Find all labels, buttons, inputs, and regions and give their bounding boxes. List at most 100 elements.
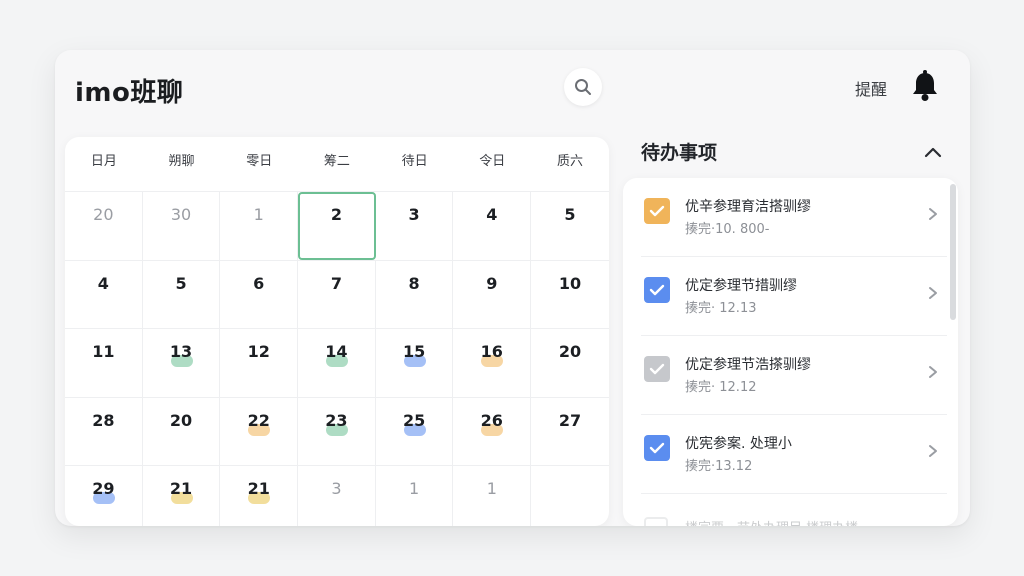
calendar-day[interactable]: 4: [65, 260, 143, 328]
calendar-day[interactable]: 1: [220, 192, 299, 260]
todo-title: 优宪参案. 处理小: [685, 436, 792, 452]
day-number: 6: [253, 273, 265, 293]
calendar-day[interactable]: 7: [298, 260, 376, 328]
calendar-day[interactable]: 12: [220, 329, 299, 397]
todo-title: 优定参理节措驯缪: [685, 278, 797, 294]
checkbox[interactable]: [644, 277, 670, 303]
day-number: 3: [331, 479, 342, 498]
day-number: 23: [325, 410, 348, 430]
day-number: 14: [325, 342, 348, 361]
weekday-text: 质六: [556, 154, 583, 169]
calendar-day[interactable]: 20: [65, 192, 143, 260]
checkbox[interactable]: [644, 435, 670, 461]
calendar-day[interactable]: 20: [531, 329, 609, 397]
todo-item[interactable]: 优定参理节措驯缪 揍完· 12.13: [641, 257, 947, 336]
weekday-label: 筹二: [298, 137, 376, 187]
calendar-day[interactable]: 8: [376, 260, 454, 328]
chevron-up-icon: [924, 147, 942, 158]
checkbox[interactable]: [644, 198, 670, 224]
bell-icon: [913, 70, 937, 101]
check-icon: [649, 363, 665, 375]
calendar-day-selected[interactable]: 2: [298, 192, 376, 260]
calendar-day[interactable]: 3: [298, 466, 376, 526]
day-number: 1: [409, 479, 420, 498]
scrollbar[interactable]: [950, 184, 956, 320]
calendar-day[interactable]: 5: [143, 260, 221, 328]
day-number: 30: [170, 205, 192, 224]
calendar-day[interactable]: 28: [65, 397, 143, 465]
calendar-day[interactable]: 3: [376, 192, 454, 260]
day-number: 21: [169, 479, 193, 498]
notifications-button[interactable]: [907, 68, 943, 104]
todo-item[interactable]: 优定参理节浩搽驯缪 揍完· 12.12: [641, 336, 947, 415]
calendar-day[interactable]: 27: [531, 398, 609, 466]
calendar-day[interactable]: 16: [453, 329, 532, 397]
checkbox[interactable]: [644, 356, 670, 382]
calendar-week: 28 20 22 23 25 26 27: [65, 396, 609, 466]
day-number: 4: [97, 273, 109, 293]
chevron-right-icon[interactable]: [927, 443, 939, 457]
weekday-label: 质六: [531, 137, 609, 187]
calendar-day[interactable]: 4: [453, 192, 532, 260]
day-number: 28: [92, 410, 115, 430]
calendar-day[interactable]: 5: [531, 192, 609, 260]
check-icon: [649, 442, 665, 454]
calendar-day[interactable]: 26: [453, 397, 532, 465]
collapse-button[interactable]: [921, 142, 945, 162]
check-icon: [649, 205, 665, 217]
todo-due-date: 揍完·10. 800-: [685, 222, 770, 237]
calendar-day[interactable]: 10: [531, 261, 609, 329]
day-number: 20: [558, 342, 582, 361]
calendar-day[interactable]: 13: [143, 329, 221, 397]
calendar-day[interactable]: 25: [376, 397, 454, 465]
chevron-right-icon[interactable]: [927, 206, 939, 220]
calendar-day[interactable]: 1: [376, 466, 454, 526]
reminder-label[interactable]: 提醒: [855, 76, 887, 100]
todo-item-partial[interactable]: 楼宗要一节处办理目 楼理办楼: [641, 513, 947, 526]
calendar-week: 20 30 1 2 3 4 5: [65, 191, 609, 260]
calendar-day[interactable]: 21: [143, 466, 221, 526]
todo-item[interactable]: 优宪参案. 处理小 揍完·13.12: [641, 415, 947, 494]
chevron-right-icon[interactable]: [927, 364, 939, 378]
day-number: 21: [247, 479, 270, 498]
day-number: 27: [558, 410, 582, 430]
day-number: 22: [247, 410, 270, 430]
calendar-day[interactable]: 30: [143, 192, 221, 260]
weekday-header: 日月 朔聊 零日 筹二 待日 令日 质六: [65, 137, 609, 187]
weekday-label: 朔聊: [143, 137, 221, 187]
weekday-label: 令日: [453, 137, 531, 187]
chevron-right-icon[interactable]: [927, 285, 939, 299]
calendar-day[interactable]: 14: [298, 329, 376, 397]
todo-title: 优定参理节浩搽驯缪: [685, 357, 811, 373]
todo-header: 待办事项: [641, 142, 718, 164]
todo-due-date: 揍完· 12.13: [685, 301, 757, 316]
calendar-day[interactable]: 21: [220, 466, 299, 526]
calendar-day[interactable]: 20: [143, 397, 221, 465]
calendar: 日月 朔聊 零日 筹二 待日 令日 质六 20 30 1 2 3 4 5 4 5 6 7 8 9 10 11 13 12 14…: [65, 137, 609, 526]
calendar-day[interactable]: 1: [453, 466, 532, 526]
weekday-text: 待日: [401, 154, 428, 169]
day-number: 20: [169, 410, 193, 430]
todo-due-date: 揍完· 12.12: [685, 380, 757, 395]
weekday-label: 待日: [376, 137, 454, 187]
calendar-day[interactable]: 6: [220, 260, 299, 328]
checkbox[interactable]: [644, 517, 668, 526]
calendar-day[interactable]: 29: [65, 466, 143, 526]
weekday-text: 朔聊: [168, 154, 195, 169]
calendar-day[interactable]: 22: [220, 397, 299, 465]
app-window: imo班聊 提醒 日月 朔聊 零日 筹二 待日 令日 质六 20 30 1 2 3 4 5 4 5 6 7 8 9 1…: [55, 50, 970, 526]
day-number: 4: [486, 205, 498, 224]
day-number: 26: [480, 410, 503, 430]
calendar-day[interactable]: 23: [298, 397, 376, 465]
calendar-day[interactable]: 11: [65, 329, 143, 397]
day-number: 7: [330, 273, 342, 293]
weekday-text: 零日: [246, 154, 273, 169]
calendar-day[interactable]: 9: [453, 260, 532, 328]
calendar-day[interactable]: [531, 466, 609, 526]
day-number: 13: [169, 342, 193, 361]
todo-title: 楼宗要一节处办理目 楼理办楼: [685, 517, 858, 526]
calendar-day[interactable]: 15: [376, 329, 454, 397]
todo-item[interactable]: 优辛参理育洁搭驯缪 揍完·10. 800-: [641, 178, 947, 257]
day-number: 9: [486, 273, 498, 293]
search-button[interactable]: [564, 68, 602, 106]
